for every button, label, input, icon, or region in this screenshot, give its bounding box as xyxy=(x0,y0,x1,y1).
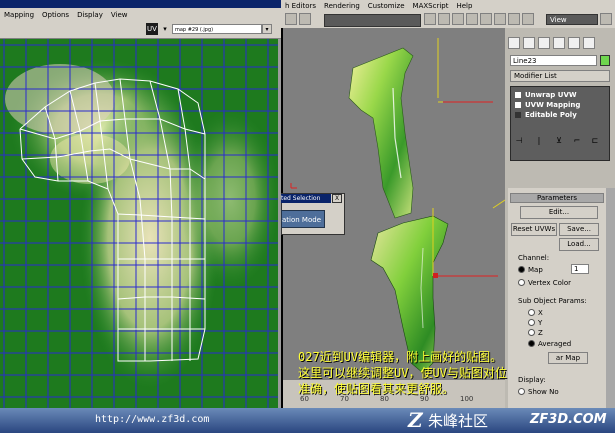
remove-modifier-icon[interactable]: ⌐ xyxy=(572,136,582,148)
averaged-radio[interactable]: Averaged xyxy=(528,340,571,348)
layer-icon[interactable] xyxy=(452,13,464,25)
stack-item-unwrap-uvw[interactable]: Unwrap UVW xyxy=(515,90,577,100)
configure-sets-icon[interactable]: ⊏ xyxy=(590,136,600,148)
radio-dot xyxy=(528,329,535,336)
max-menubar: h Editors Rendering Customize MAXScript … xyxy=(281,0,615,11)
material-editor-icon[interactable] xyxy=(494,13,506,25)
radio-dot xyxy=(528,319,535,326)
map-channel-radio[interactable]: Map xyxy=(518,266,543,274)
stack-item-label: Unwrap UVW xyxy=(525,91,577,99)
render-setup-icon[interactable] xyxy=(508,13,520,25)
selection-set-dropdown[interactable] xyxy=(324,14,421,27)
axis-y-radio[interactable]: Y xyxy=(528,319,542,327)
menu-maxscript[interactable]: MAXScript xyxy=(409,2,453,10)
map-channel-spinner[interactable]: 1 xyxy=(571,264,589,274)
uv-display-toggle[interactable]: UV xyxy=(146,23,158,35)
utilities-tab-icon[interactable] xyxy=(583,37,595,49)
menu-rendering[interactable]: Rendering xyxy=(320,2,364,10)
axis-z-label: Z xyxy=(538,329,543,337)
render-view-dropdown[interactable]: View xyxy=(546,14,598,25)
gizmo-z-axis xyxy=(492,199,505,209)
reset-uvws-button[interactable]: Reset UVWs xyxy=(511,223,557,236)
load-button[interactable]: Load... xyxy=(559,238,599,251)
close-icon[interactable]: X xyxy=(332,194,342,203)
mirror-icon[interactable] xyxy=(424,13,436,25)
align-icon[interactable] xyxy=(438,13,450,25)
stack-item-editable-poly[interactable]: Editable Poly xyxy=(515,110,577,120)
undo-icon[interactable] xyxy=(285,13,297,25)
stack-toolbar: ⊣ | ⊻ ⌐ ⊏ xyxy=(510,136,610,152)
selection-mode-button[interactable]: ation Mode xyxy=(281,210,325,228)
menu-options[interactable]: Options xyxy=(38,11,73,19)
gizmo-pivot xyxy=(433,273,438,278)
uv-canvas[interactable] xyxy=(0,39,278,409)
modify-tab-icon[interactable] xyxy=(523,37,535,49)
menu-graph-editors[interactable]: h Editors xyxy=(281,2,320,10)
stack-item-label: Editable Poly xyxy=(525,111,577,119)
mesh-object-upper xyxy=(348,47,414,219)
modifier-list-dropdown[interactable]: Modifier List xyxy=(510,70,610,82)
axis-z-radio[interactable]: Z xyxy=(528,329,543,337)
object-icon xyxy=(515,112,521,118)
vertex-color-radio[interactable]: Vertex Color xyxy=(518,279,571,287)
uv-editor-menubar: Mapping Options Display View xyxy=(0,8,281,21)
menu-help[interactable]: Help xyxy=(452,2,476,10)
radio-dot xyxy=(528,340,535,347)
radio-dot xyxy=(518,279,525,286)
schematic-icon[interactable] xyxy=(480,13,492,25)
map-channel-label: Map xyxy=(528,266,543,274)
caption-line: 这里可以继续调整UV，使UV与贴图对位 xyxy=(298,366,507,380)
stack-item-label: UVW Mapping xyxy=(525,101,581,109)
show-end-result-icon[interactable]: | xyxy=(534,136,544,148)
menu-display[interactable]: Display xyxy=(73,11,107,19)
parameters-rollout-title[interactable]: Parameters xyxy=(510,193,604,203)
menu-customize[interactable]: Customize xyxy=(364,2,409,10)
vertex-color-label: Vertex Color xyxy=(528,279,572,287)
axis-y-label: Y xyxy=(538,319,543,327)
uv-display-dropdown[interactable]: ▾ xyxy=(160,23,170,35)
make-unique-icon[interactable]: ⊻ xyxy=(554,136,564,148)
pin-stack-icon[interactable]: ⊣ xyxy=(514,136,524,148)
render-icon[interactable] xyxy=(522,13,534,25)
sub-object-params-label: Sub Object Params: xyxy=(518,297,587,305)
radio-dot xyxy=(528,309,535,316)
channel-label: Channel: xyxy=(518,254,550,262)
save-button[interactable]: Save... xyxy=(559,223,599,236)
quick-render-icon[interactable] xyxy=(600,13,612,25)
object-color-swatch[interactable] xyxy=(600,55,610,66)
caption-line: 027近到UV编辑器，附上画好的贴图。 xyxy=(298,350,503,364)
floating-dialog-title: ted Selection xyxy=(281,194,331,203)
menu-view[interactable]: View xyxy=(107,11,132,19)
lightbulb-icon[interactable] xyxy=(515,102,521,108)
footer-site-name-en: ZF3D.COM xyxy=(530,412,607,427)
axis-x-radio[interactable]: X xyxy=(528,309,543,317)
radio-dot xyxy=(518,266,525,273)
curve-editor-icon[interactable] xyxy=(466,13,478,25)
object-name-field[interactable]: Line23 xyxy=(510,55,597,66)
display-tab-icon[interactable] xyxy=(568,37,580,49)
uv-editor-titlebar xyxy=(0,0,281,8)
tutorial-caption: 027近到UV编辑器，附上画好的贴图。 这里可以继续调整UV，使UV与贴图对位 … xyxy=(298,349,608,397)
stack-item-uvw-mapping[interactable]: UVW Mapping xyxy=(515,100,580,110)
footer-url: http://www.zf3d.com xyxy=(95,414,210,425)
lightbulb-icon[interactable] xyxy=(515,92,521,98)
site-logo-icon: Z xyxy=(408,408,423,432)
footer-watermark-bar xyxy=(0,408,615,433)
texture-map-select[interactable]: map #29 (.jpg) xyxy=(172,24,262,34)
edit-button[interactable]: Edit... xyxy=(520,206,598,219)
footer-site-name-cn: 朱峰社区 xyxy=(428,412,489,430)
texture-blob xyxy=(5,64,115,134)
menu-mapping[interactable]: Mapping xyxy=(0,11,38,19)
redo-icon[interactable] xyxy=(299,13,311,25)
create-tab-icon[interactable] xyxy=(508,37,520,49)
axis-x-label: X xyxy=(538,309,543,317)
motion-tab-icon[interactable] xyxy=(553,37,565,49)
averaged-label: Averaged xyxy=(538,340,572,348)
caption-line: 准确，使贴图看其来更舒服。 xyxy=(298,382,455,396)
chevron-down-icon[interactable]: ▾ xyxy=(262,24,272,34)
hierarchy-tab-icon[interactable] xyxy=(538,37,550,49)
uv-canvas-drawing xyxy=(0,39,278,409)
